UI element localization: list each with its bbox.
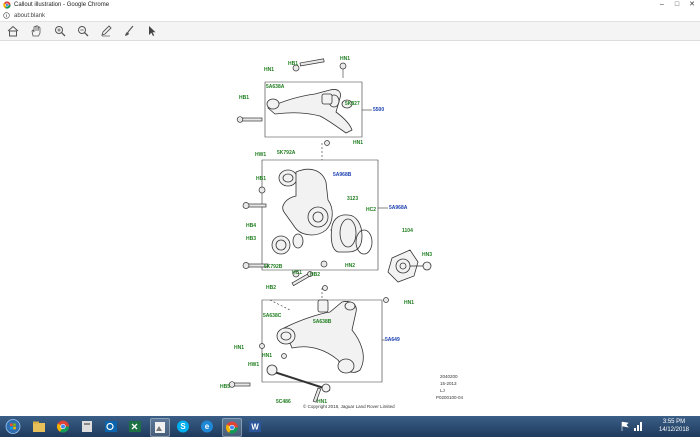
tray-flag-icon[interactable] xyxy=(620,420,630,432)
network-icon[interactable] xyxy=(633,420,643,432)
zoom-in-icon[interactable] xyxy=(53,25,67,37)
suspension-exploded-diagram: HB1 HN1 HN1 5A638A 5K827 5500 HB1 HN1 HW… xyxy=(220,56,464,409)
info-line-3: LJ xyxy=(440,388,445,393)
taskbar: S e W 3:55 PM 14/12/2018 xyxy=(0,416,700,437)
callout-3123: 3123 xyxy=(347,196,358,202)
zoom-out-icon[interactable] xyxy=(76,25,90,37)
callout-hn1-top: HN1 xyxy=(264,67,274,73)
callout-hb2-b: HB2 xyxy=(266,285,276,291)
edge-icon[interactable]: e xyxy=(198,418,216,435)
brush-icon[interactable] xyxy=(122,25,136,37)
chrome-icon xyxy=(3,1,11,9)
info-icon[interactable] xyxy=(3,12,10,19)
file-explorer-icon[interactable] xyxy=(30,418,48,435)
callout-hw1-mid: HW1 xyxy=(255,152,266,158)
callout-5a649: 5A649 xyxy=(385,337,400,343)
callout-5500: 5500 xyxy=(373,107,384,113)
word-icon[interactable]: W xyxy=(246,418,264,435)
chrome-taskbar-icon[interactable] xyxy=(54,418,72,435)
svg-text:W: W xyxy=(251,423,259,432)
callout-hb2-a: HB2 xyxy=(310,272,320,278)
clock-time: 3:55 PM xyxy=(662,419,686,425)
callout-5k792b: 5K792B xyxy=(264,264,283,270)
viewer-toolbar xyxy=(0,22,700,41)
chrome-active-icon[interactable] xyxy=(222,418,242,437)
hand-icon[interactable] xyxy=(29,25,43,37)
callout-1104: 1104 xyxy=(402,228,413,234)
unknown-app-icon[interactable] xyxy=(78,418,96,435)
callout-5k827: 5K827 xyxy=(345,101,360,107)
address-bar[interactable]: about:blank xyxy=(0,11,700,22)
callout-hn2: HN2 xyxy=(345,263,355,269)
outlook-icon[interactable] xyxy=(102,418,120,435)
callout-hn3: HN3 xyxy=(422,252,432,258)
skype-icon[interactable]: S xyxy=(174,418,192,435)
callout-5c486: 5C486 xyxy=(276,399,291,405)
diagram-canvas: HB1 HN1 HN1 5A638A 5K827 5500 HB1 HN1 HW… xyxy=(0,41,700,416)
start-button[interactable] xyxy=(4,418,22,435)
callout-hw1-low: HW1 xyxy=(248,362,259,368)
pointer-icon[interactable] xyxy=(145,25,159,37)
home-icon[interactable] xyxy=(6,25,20,37)
lower-control-arm xyxy=(266,299,364,393)
info-line-2: 15-2013 xyxy=(440,381,457,386)
close-button[interactable]: ✕ xyxy=(685,0,699,11)
window-title: Callout illustration - Google Chrome xyxy=(14,2,110,8)
callout-5a968b: 5A968B xyxy=(333,172,352,178)
pen-icon[interactable] xyxy=(99,25,113,37)
callout-hn1-mid: HN1 xyxy=(353,140,363,146)
info-line-1: 2040200 xyxy=(440,374,458,379)
image-viewer-icon[interactable] xyxy=(150,418,170,437)
callout-5a638a: 5A638A xyxy=(266,84,285,90)
svg-text:S: S xyxy=(180,422,186,431)
callout-hb1-left: HB1 xyxy=(239,95,249,101)
taskbar-clock[interactable]: 3:55 PM 14/12/2018 xyxy=(654,418,694,434)
info-line-4: P0200100-04 xyxy=(436,395,464,400)
callout-hc2: HC2 xyxy=(366,207,376,213)
upper-control-arm xyxy=(266,89,353,134)
callout-hb1-top: HB1 xyxy=(288,61,298,67)
maximize-button[interactable]: □ xyxy=(670,0,684,11)
callout-5a638b: 5A638B xyxy=(313,319,332,325)
callout-hb4: HB4 xyxy=(246,223,256,229)
callout-hc1: HC1 xyxy=(292,270,302,276)
callout-5k792a: 5K792A xyxy=(277,150,296,156)
callout-hb3: HB3 xyxy=(246,236,256,242)
steering-knuckle xyxy=(271,168,373,255)
callout-hb5: HB5 xyxy=(220,384,230,390)
minimize-button[interactable]: – xyxy=(655,0,669,11)
excel-icon[interactable] xyxy=(126,418,144,435)
callout-hn1-low3: HN1 xyxy=(262,353,272,359)
callout-hb1-mid: HB1 xyxy=(256,176,266,182)
callout-hn1-low: HN1 xyxy=(404,300,414,306)
callout-5a638c: 5A638C xyxy=(263,313,282,319)
url-text[interactable]: about:blank xyxy=(14,11,45,21)
callout-5a968a: 5A968A xyxy=(389,205,408,211)
svg-text:e: e xyxy=(205,422,210,431)
clock-date: 14/12/2018 xyxy=(658,427,690,433)
callout-hn1-low2: HN1 xyxy=(234,345,244,351)
callout-hn1-top2: HN1 xyxy=(340,56,350,62)
copyright-text: © Copyright 2018, Jaguar Land Rover Limi… xyxy=(303,403,395,409)
